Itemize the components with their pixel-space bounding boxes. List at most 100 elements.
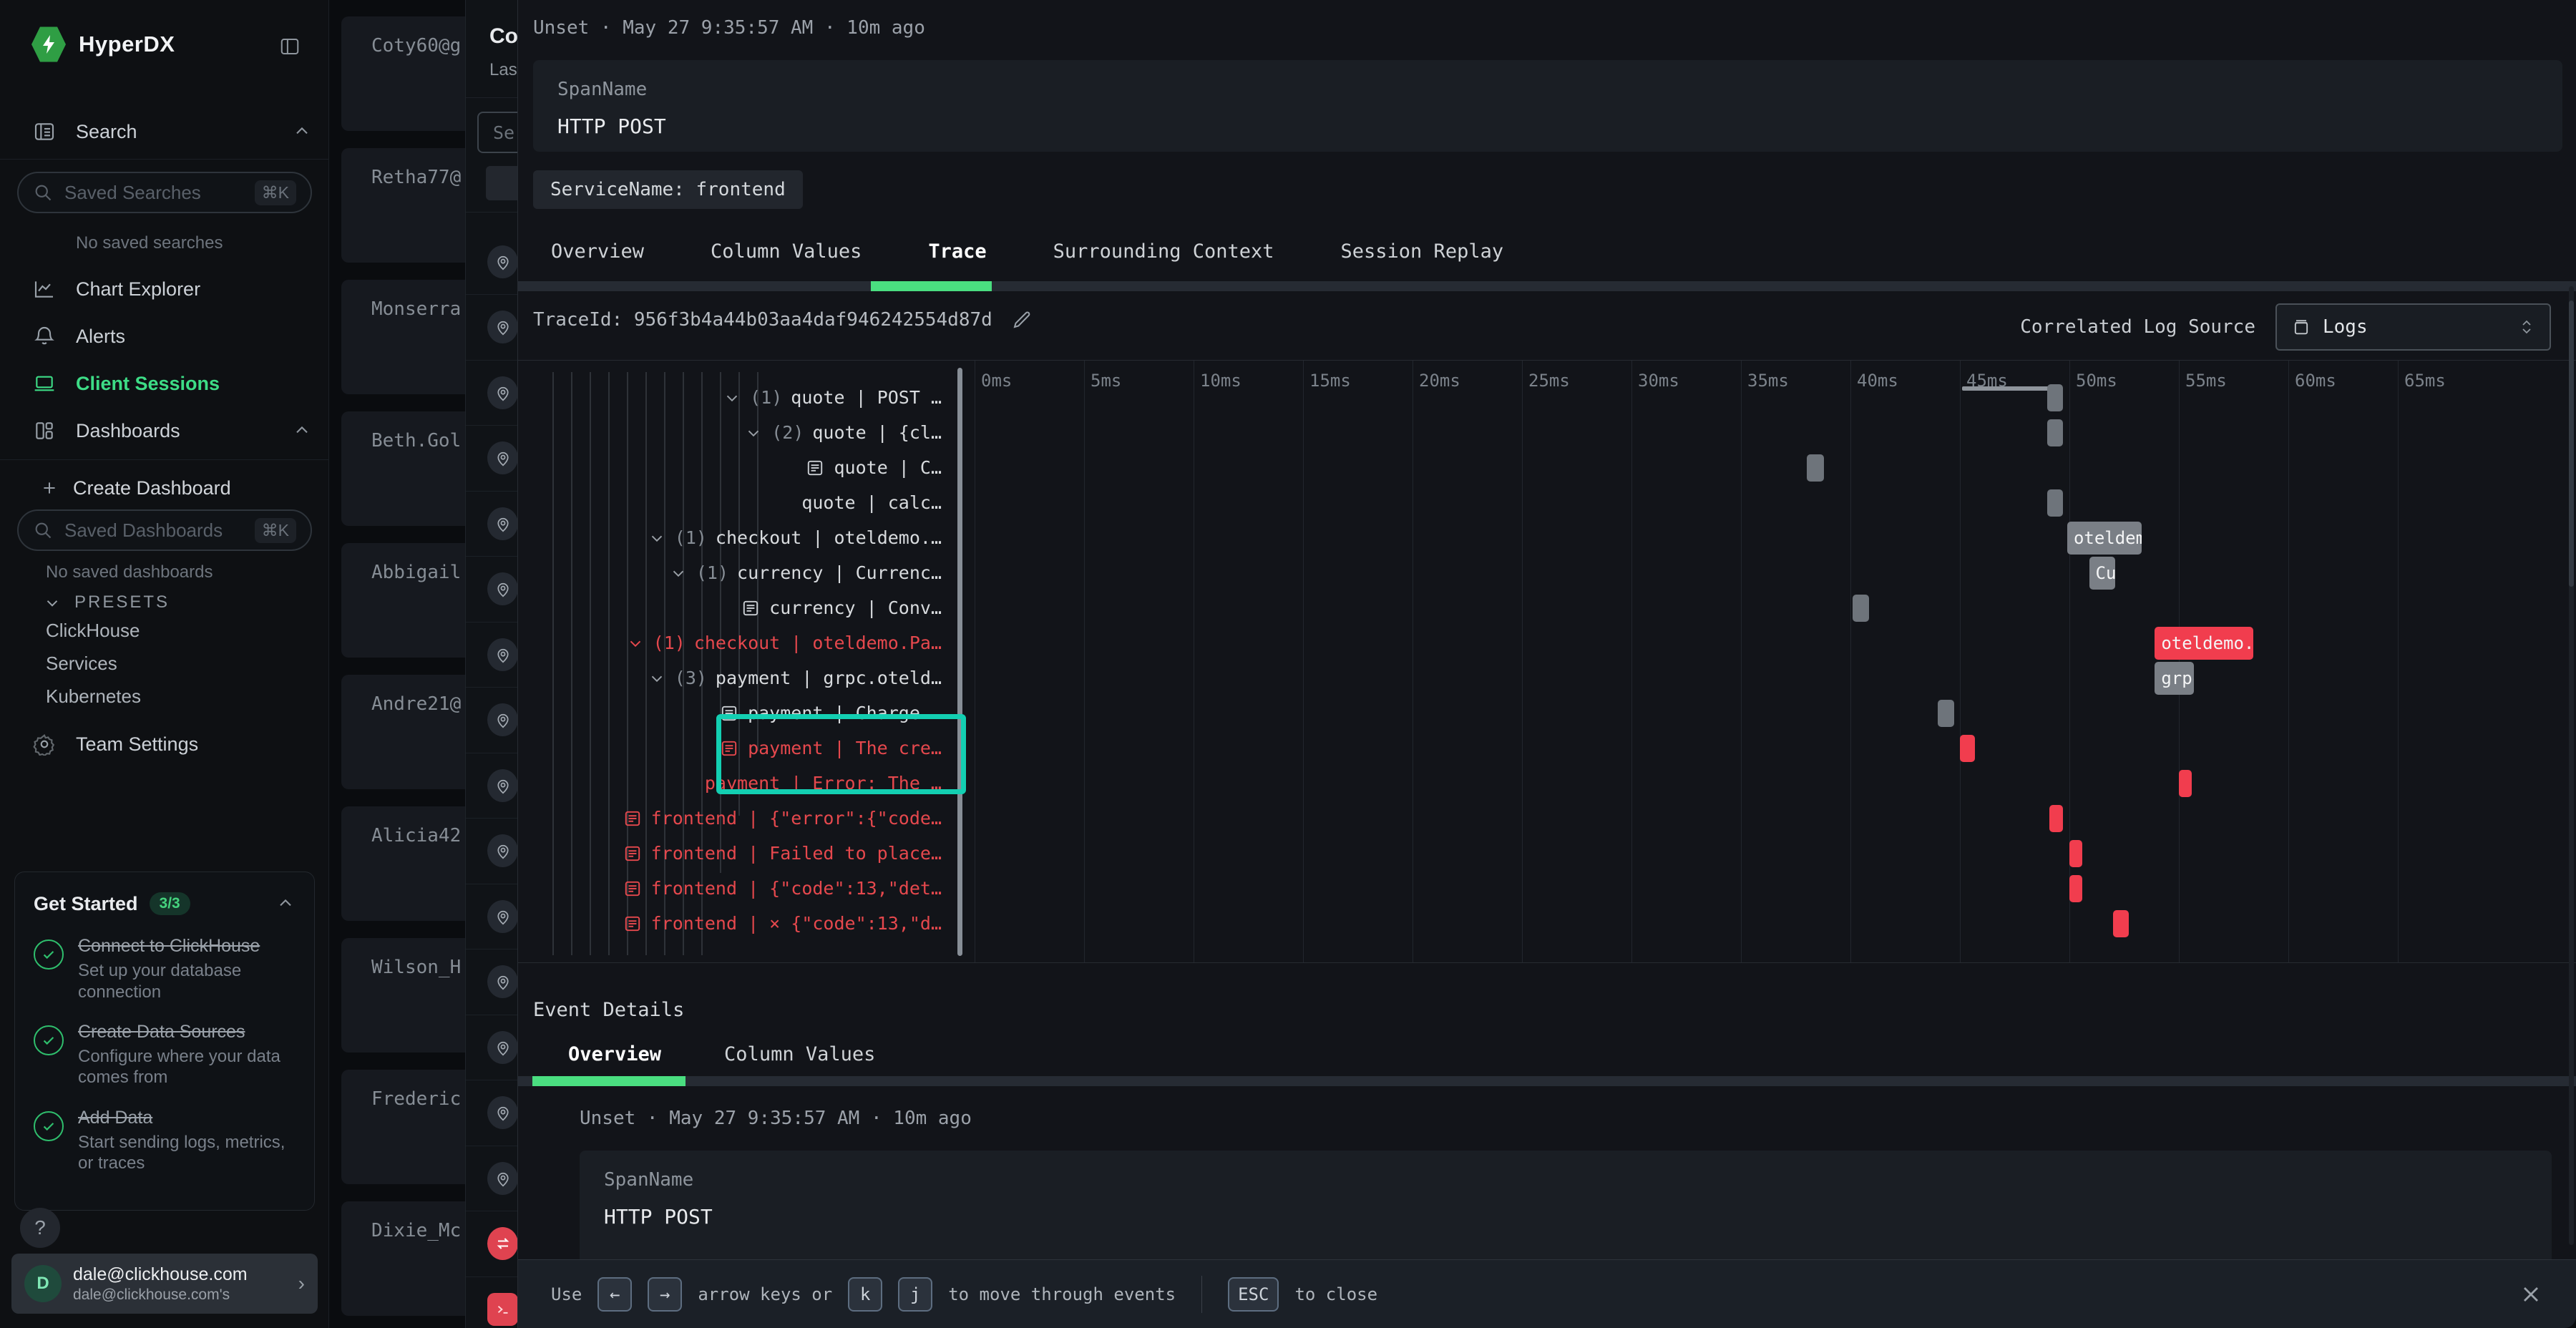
session-filter-button[interactable] — [486, 166, 517, 200]
span-tree-row[interactable]: payment | Error: The … — [518, 766, 952, 801]
span-bar[interactable] — [1960, 735, 1975, 762]
session-event-row[interactable] — [466, 491, 517, 557]
session-event-row[interactable] — [466, 229, 517, 295]
create-dashboard-button[interactable]: Create Dashboard — [0, 471, 329, 505]
tree-scrollbar[interactable] — [957, 368, 962, 956]
session-event-row[interactable] — [466, 426, 517, 492]
chevron-up-icon[interactable] — [292, 421, 312, 441]
tab-column-values[interactable]: Column Values — [711, 240, 862, 263]
get-started-item[interactable]: Create Data Sources Configure where your… — [34, 1021, 296, 1088]
span-tree-row[interactable]: quote | C… — [518, 450, 952, 485]
key-right-arrow[interactable]: → — [648, 1277, 682, 1312]
tab-surrounding-context[interactable]: Surrounding Context — [1053, 240, 1274, 263]
sidebar-item-client-sessions[interactable]: Client Sessions — [0, 365, 329, 402]
drawer-scrollbar-thumb[interactable] — [2569, 301, 2574, 587]
span-bar[interactable] — [2069, 840, 2082, 867]
tab-overview[interactable]: Overview — [551, 240, 644, 263]
span-tree-row[interactable]: (2)quote | {cl… — [518, 415, 952, 450]
session-event-row[interactable] — [466, 1080, 517, 1146]
span-tree-row[interactable]: (3)payment | grpc.oteld… — [518, 660, 952, 695]
logo[interactable]: HyperDX — [31, 26, 175, 63]
span-tree-row[interactable]: quote | calc… — [518, 485, 952, 520]
tab-session-replay[interactable]: Session Replay — [1341, 240, 1504, 263]
key-j[interactable]: j — [898, 1277, 932, 1312]
span-tree-row[interactable]: payment | The cre… — [518, 731, 952, 766]
span-bar[interactable] — [2113, 910, 2128, 937]
sidebar-item-team-settings[interactable]: Team Settings — [0, 726, 329, 763]
span-bar[interactable] — [2047, 384, 2062, 411]
edit-pencil-icon[interactable] — [1011, 309, 1033, 331]
chevron-down-icon[interactable] — [626, 634, 645, 653]
span-bar[interactable] — [1807, 454, 1824, 482]
log-source-select[interactable]: Logs — [2275, 303, 2551, 351]
span-bar-chip[interactable]: oteldemo — [2067, 522, 2142, 555]
key-left-arrow[interactable]: ← — [597, 1277, 632, 1312]
span-bar[interactable] — [1938, 700, 1954, 727]
session-event-row[interactable] — [466, 295, 517, 361]
span-tree-row[interactable]: frontend | Failed to place… — [518, 836, 952, 871]
sidebar-item-dashboards[interactable]: Dashboards — [0, 412, 329, 449]
session-event-row[interactable] — [466, 1276, 517, 1328]
span-tree-row[interactable]: (1)checkout | oteldemo.Pa… — [518, 625, 952, 660]
preset-clickhouse[interactable]: ClickHouse — [46, 620, 140, 642]
span-bar[interactable] — [1853, 595, 1869, 622]
chevron-up-icon[interactable] — [292, 122, 312, 142]
laptop-icon — [33, 372, 56, 395]
chevron-down-icon[interactable] — [723, 389, 741, 407]
exchange-icon — [487, 1227, 517, 1260]
service-name-chip[interactable]: ServiceName: frontend — [533, 170, 803, 209]
span-tree-row[interactable]: (1)currency | Currenc… — [518, 555, 952, 590]
tab-column-values[interactable]: Column Values — [724, 1043, 875, 1065]
close-icon[interactable] — [2518, 1281, 2544, 1307]
chevron-up-icon[interactable] — [275, 894, 296, 914]
span-bar-chip[interactable]: Cur — [2089, 557, 2116, 590]
saved-searches-input[interactable]: Saved Searches ⌘K — [17, 172, 312, 213]
session-event-row[interactable] — [466, 557, 517, 622]
session-event-row[interactable] — [466, 1015, 517, 1080]
session-event-row[interactable] — [466, 360, 517, 426]
span-bar[interactable] — [2049, 805, 2062, 832]
span-tree-row[interactable]: frontend | × {"code":13,"d… — [518, 906, 952, 941]
span-tree-row[interactable]: frontend | {"code":13,"det… — [518, 871, 952, 906]
key-esc[interactable]: ESC — [1228, 1277, 1279, 1312]
help-button[interactable]: ? — [20, 1208, 60, 1248]
span-tree-row[interactable]: payment | Charge … — [518, 695, 952, 731]
session-event-row[interactable] — [466, 622, 517, 688]
span-bar-chip[interactable]: grpc — [2155, 662, 2194, 695]
preset-kubernetes[interactable]: Kubernetes — [46, 685, 141, 708]
session-search-input[interactable]: Se — [477, 112, 517, 153]
span-bar[interactable] — [2047, 419, 2062, 446]
sidebar-item-search[interactable]: Search — [0, 114, 329, 149]
session-event-row[interactable] — [466, 753, 517, 819]
saved-dashboards-input[interactable]: Saved Dashboards ⌘K — [17, 509, 312, 551]
chevron-down-icon[interactable] — [648, 669, 666, 688]
span-bar[interactable] — [2047, 489, 2062, 517]
session-event-row[interactable] — [466, 1211, 517, 1277]
get-started-item[interactable]: Add Data Start sending logs, metrics, or… — [34, 1107, 296, 1174]
span-bar-chip[interactable]: oteldemo. — [2155, 627, 2253, 660]
tab-overview[interactable]: Overview — [568, 1043, 661, 1065]
span-tree-row[interactable]: frontend | {"error":{"code… — [518, 801, 952, 836]
span-bar[interactable] — [2179, 770, 2192, 797]
span-bar[interactable] — [2069, 875, 2082, 902]
chevron-down-icon[interactable] — [744, 424, 763, 442]
sidebar-collapse-icon[interactable] — [278, 36, 302, 61]
session-event-row[interactable] — [466, 819, 517, 884]
presets-toggle[interactable]: PRESETS — [0, 587, 329, 618]
span-tree-row[interactable]: currency | Conv… — [518, 590, 952, 625]
session-event-row[interactable] — [466, 688, 517, 753]
session-event-row[interactable] — [466, 884, 517, 949]
chevron-down-icon[interactable] — [669, 564, 688, 582]
preset-services[interactable]: Services — [46, 653, 117, 675]
chevron-down-icon[interactable] — [648, 529, 666, 547]
sidebar-item-chart-explorer[interactable]: Chart Explorer — [0, 270, 329, 308]
key-k[interactable]: k — [848, 1277, 882, 1312]
user-profile[interactable]: D dale@clickhouse.com dale@clickhouse.co… — [11, 1254, 318, 1314]
sidebar-item-alerts[interactable]: Alerts — [0, 318, 329, 355]
span-tree-row[interactable]: (1)quote | POST … — [518, 380, 952, 415]
session-event-row[interactable] — [466, 949, 517, 1015]
span-tree-row[interactable]: (1)checkout | oteldemo.… — [518, 520, 952, 555]
get-started-item[interactable]: Connect to ClickHouse Set up your databa… — [34, 935, 296, 1002]
tab-trace[interactable]: Trace — [928, 240, 986, 263]
session-event-row[interactable] — [466, 1146, 517, 1211]
